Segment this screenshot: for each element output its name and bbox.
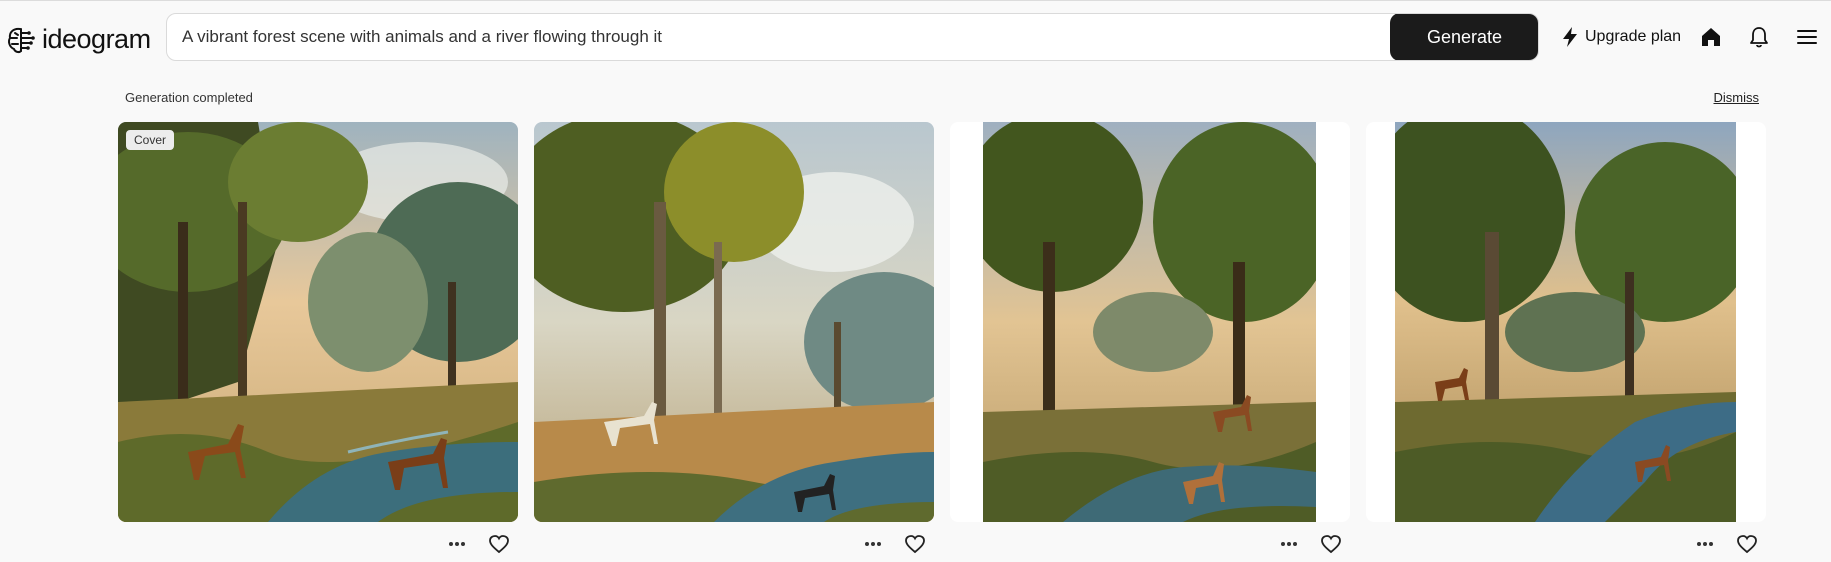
more-options-button[interactable] (1280, 541, 1298, 547)
menu-button[interactable] (1794, 24, 1820, 50)
bell-icon (1750, 27, 1768, 48)
heart-icon (489, 535, 509, 554)
like-button[interactable] (1736, 534, 1758, 554)
top-divider (0, 0, 1831, 1)
heart-icon (1737, 535, 1757, 554)
generated-image-4[interactable] (1366, 122, 1766, 522)
header: ideogram Generate Upgrade plan (0, 12, 1831, 64)
more-horizontal-icon (449, 542, 465, 546)
home-icon (1702, 28, 1720, 46)
generate-button[interactable]: Generate (1390, 14, 1538, 60)
cover-badge: Cover (126, 130, 175, 150)
forest-river-image (118, 122, 518, 522)
upgrade-plan-label: Upgrade plan (1585, 28, 1682, 45)
brand-name: ideogram (42, 24, 151, 54)
logo[interactable]: ideogram (6, 24, 151, 55)
like-button[interactable] (488, 534, 510, 554)
more-horizontal-icon (1281, 542, 1297, 546)
image-actions-2 (864, 534, 926, 554)
generation-status: Generation completed (125, 90, 253, 105)
like-button[interactable] (1320, 534, 1342, 554)
more-horizontal-icon (1697, 542, 1713, 546)
generated-image-3[interactable] (950, 122, 1350, 522)
more-options-button[interactable] (1696, 541, 1714, 547)
forest-river-image (1395, 122, 1736, 522)
home-button[interactable] (1698, 24, 1724, 50)
image-actions-4 (1696, 534, 1758, 554)
dismiss-link[interactable]: Dismiss (1714, 90, 1760, 105)
bolt-icon (1563, 27, 1577, 47)
prompt-input[interactable] (182, 14, 1352, 60)
heart-icon (1321, 535, 1341, 554)
heart-icon (905, 535, 925, 554)
image-actions-3 (1280, 534, 1342, 554)
more-options-button[interactable] (864, 541, 882, 547)
more-options-button[interactable] (448, 541, 466, 547)
generated-image-1[interactable]: Cover (118, 122, 518, 522)
more-horizontal-icon (865, 542, 881, 546)
upgrade-plan-button[interactable]: Upgrade plan (1561, 26, 1681, 48)
like-button[interactable] (904, 534, 926, 554)
image-actions-1 (448, 534, 510, 554)
forest-river-image (534, 122, 934, 522)
prompt-bar: Generate (166, 13, 1539, 61)
generated-image-2[interactable] (534, 122, 934, 522)
brain-logo-icon (8, 27, 35, 53)
forest-river-image (983, 122, 1316, 522)
notifications-button[interactable] (1746, 24, 1772, 50)
menu-icon (1797, 30, 1817, 44)
